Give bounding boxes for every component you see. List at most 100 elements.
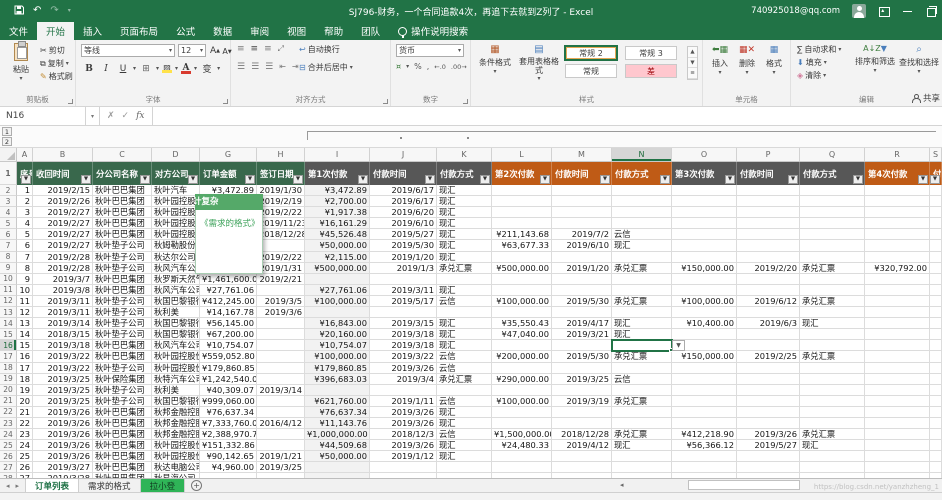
cell-D3[interactable]: 秋叶园控股份 [152, 196, 200, 207]
cell-I20[interactable] [305, 385, 370, 396]
cell-I7[interactable]: ¥50,000.00 [305, 240, 370, 251]
cell-D9[interactable]: 秋风汽车公司 [152, 263, 200, 274]
cell-O17[interactable]: ¥150,000.00 [672, 351, 737, 362]
cell-R5[interactable] [865, 218, 930, 229]
filter-dropdown-icon[interactable]: ▼ [660, 175, 670, 184]
cell-G23[interactable]: ¥7,333,760.00 [200, 418, 257, 429]
align-bottom-icon[interactable]: ≡ [264, 44, 272, 54]
cell-C14[interactable]: 秋叶垫子公司 [93, 318, 152, 329]
cell-O14[interactable]: ¥10,400.00 [672, 318, 737, 329]
align-middle-icon[interactable]: ≡ [251, 44, 259, 54]
cell-P19[interactable] [737, 374, 800, 385]
cell-N25[interactable]: 现汇 [612, 440, 672, 451]
cell-L16[interactable] [492, 340, 552, 351]
cell-K14[interactable]: 现汇 [437, 318, 492, 329]
sheet-nav-left-icon[interactable]: ◂ [6, 482, 10, 490]
cell-D10[interactable]: 秋罗斯天然气 [152, 274, 200, 285]
cell-S21[interactable] [930, 396, 942, 407]
format-painter-button[interactable]: ✎格式刷 [38, 70, 75, 83]
cell-L23[interactable] [492, 418, 552, 429]
cell-A6[interactable]: 5 [17, 229, 33, 240]
row-header-26[interactable]: 26 [0, 451, 17, 462]
cell-K17[interactable]: 云信 [437, 351, 492, 362]
cell-K6[interactable]: 现汇 [437, 229, 492, 240]
cell-J22[interactable]: 2019/3/26 [370, 407, 437, 418]
cell-O15[interactable] [672, 329, 737, 340]
cell-Q3[interactable] [800, 196, 865, 207]
cell-S17[interactable] [930, 351, 942, 362]
cell-H16[interactable] [257, 340, 305, 351]
cell-D23[interactable]: 秋邦金融控股 [152, 418, 200, 429]
cell-B14[interactable]: 2019/3/14 [33, 318, 93, 329]
cell-D22[interactable]: 秋邦金融控股 [152, 407, 200, 418]
menu-tab-data[interactable]: 数据 [204, 22, 241, 40]
row-header-18[interactable]: 18 [0, 363, 17, 374]
row-header-9[interactable]: 9 [0, 263, 17, 274]
cell-L20[interactable] [492, 385, 552, 396]
header-cell-G[interactable]: 订单金额▼ [200, 162, 257, 185]
cell-L27[interactable] [492, 462, 552, 473]
cell-L3[interactable] [492, 196, 552, 207]
cell-I16[interactable]: ¥10,754.07 [305, 340, 370, 351]
filter-dropdown-icon[interactable]: ▼ [188, 175, 198, 184]
cell-D24[interactable]: 秋邦金融控股 [152, 429, 200, 440]
comma-style-icon[interactable]: , [427, 62, 430, 71]
share-button[interactable]: 共享 [912, 92, 940, 104]
column-header-R[interactable]: R [865, 148, 930, 161]
cell-P5[interactable] [737, 218, 800, 229]
cell-S15[interactable] [930, 329, 942, 340]
cell-B22[interactable]: 2019/3/26 [33, 407, 93, 418]
cell-K4[interactable]: 现汇 [437, 207, 492, 218]
header-cell-J[interactable]: 付款时间▼ [370, 162, 437, 185]
cell-Q11[interactable] [800, 285, 865, 296]
minimize-button[interactable] [902, 5, 914, 17]
align-top-icon[interactable]: ≡ [237, 44, 245, 54]
cell-R8[interactable] [865, 252, 930, 263]
cell-I24[interactable]: ¥1,000,000.00 [305, 429, 370, 440]
column-header-K[interactable]: K [437, 148, 492, 161]
cell-K16[interactable]: 现汇 [437, 340, 492, 351]
cell-A14[interactable]: 13 [17, 318, 33, 329]
alignment-dialog-launcher[interactable] [383, 99, 388, 104]
cell-L15[interactable]: ¥47,040.00 [492, 329, 552, 340]
cell-P15[interactable] [737, 329, 800, 340]
cell-D26[interactable]: 秋叶园控股份 [152, 451, 200, 462]
cell-C5[interactable]: 秋叶巴巴集团 [93, 218, 152, 229]
group-bracket-line[interactable] [307, 131, 936, 132]
row-header-3[interactable]: 3 [0, 196, 17, 207]
cell-Q5[interactable] [800, 218, 865, 229]
cell-S11[interactable] [930, 285, 942, 296]
cell-Q4[interactable] [800, 207, 865, 218]
cell-Q16[interactable] [800, 340, 865, 351]
cell-P10[interactable] [737, 274, 800, 285]
italic-button[interactable]: I [99, 62, 113, 75]
cell-Q19[interactable] [800, 374, 865, 385]
cell-Q22[interactable] [800, 407, 865, 418]
filter-dropdown-icon[interactable]: ▼ [480, 175, 490, 184]
align-left-icon[interactable]: ☰ [237, 62, 245, 72]
user-avatar[interactable] [852, 4, 866, 18]
cell-D15[interactable]: 秋国巴黎银行 [152, 329, 200, 340]
cell-I11[interactable]: ¥27,761.06 [305, 285, 370, 296]
cell-L4[interactable] [492, 207, 552, 218]
cell-K11[interactable]: 现汇 [437, 285, 492, 296]
sheet-nav-right-icon[interactable]: ▸ [16, 482, 20, 490]
cell-H4[interactable]: 2019/2/22 [257, 207, 305, 218]
cell-N22[interactable] [612, 407, 672, 418]
cell-S8[interactable] [930, 252, 942, 263]
cell-I13[interactable] [305, 307, 370, 318]
cell-I23[interactable]: ¥11,143.76 [305, 418, 370, 429]
column-header-J[interactable]: J [370, 148, 437, 161]
cell-J14[interactable]: 2019/3/15 [370, 318, 437, 329]
cell-J23[interactable]: 2019/3/26 [370, 418, 437, 429]
cell-N12[interactable]: 承兑汇票 [612, 296, 672, 307]
cell-K20[interactable] [437, 385, 492, 396]
cell-C11[interactable]: 秋叶巴巴集团 [93, 285, 152, 296]
cell-A27[interactable]: 26 [17, 462, 33, 473]
cell-I26[interactable]: ¥50,000.00 [305, 451, 370, 462]
cell-Q24[interactable]: 承兑汇票 [800, 429, 865, 440]
cell-K7[interactable]: 现汇 [437, 240, 492, 251]
column-header-H[interactable]: H [257, 148, 305, 161]
cell-A23[interactable]: 22 [17, 418, 33, 429]
cell-K12[interactable]: 云信 [437, 296, 492, 307]
